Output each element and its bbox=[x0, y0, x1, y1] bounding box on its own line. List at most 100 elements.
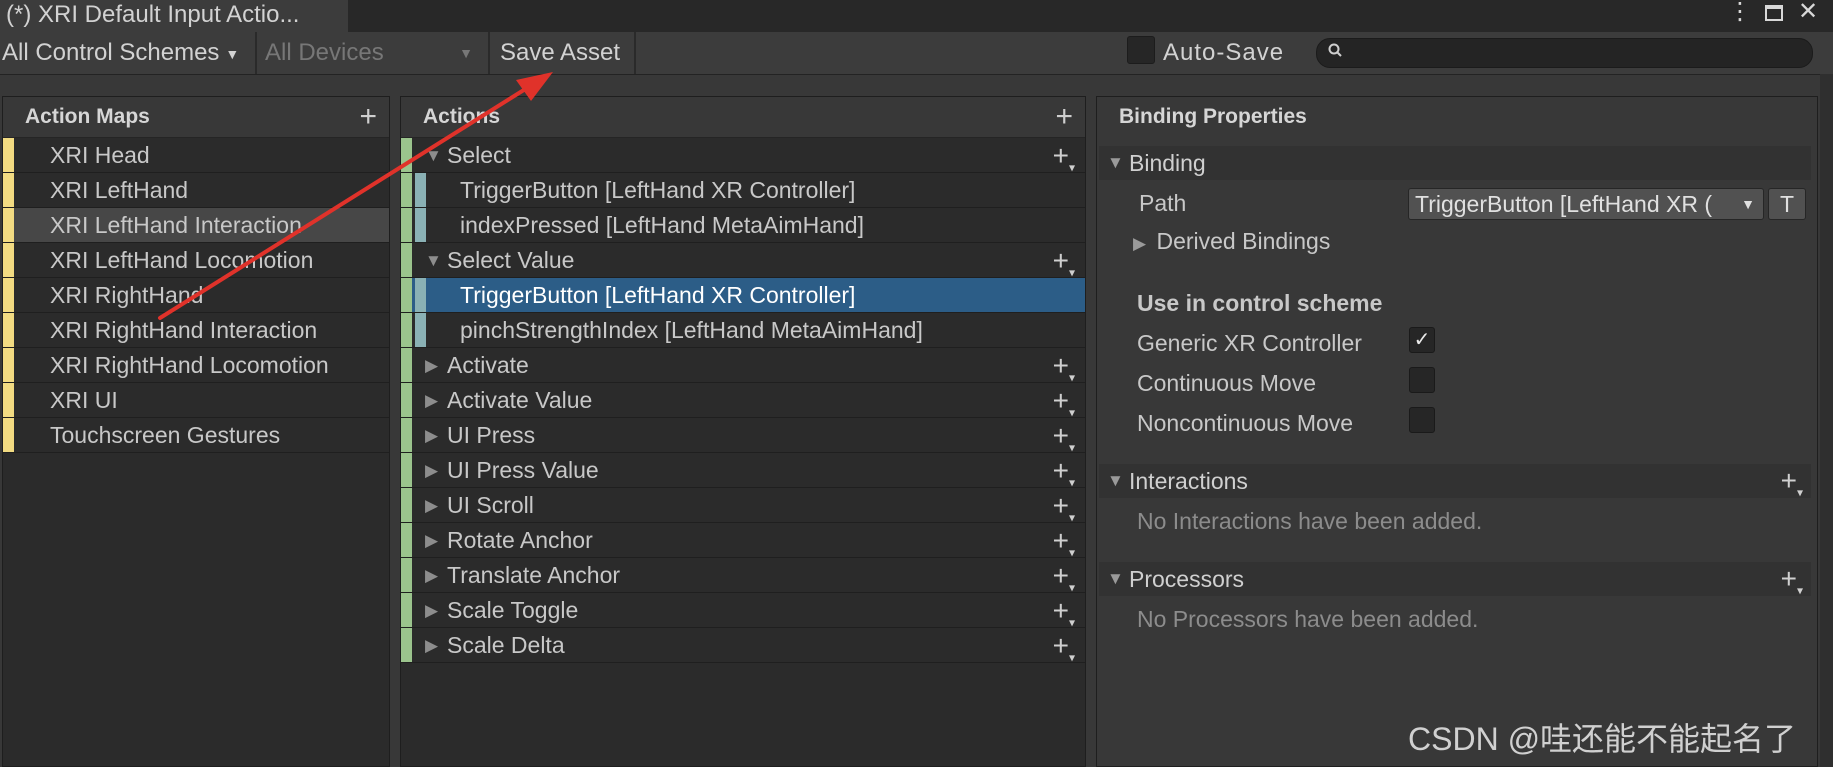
action-row[interactable]: ▶ Scale Toggle +▾ bbox=[401, 593, 1085, 630]
dropdown-arrow-icon: ▼ bbox=[225, 45, 240, 62]
control-scheme-label: Continuous Move bbox=[1137, 370, 1316, 396]
binding-row[interactable]: pinchStrengthIndex [LeftHand MetaAimHand… bbox=[401, 313, 1085, 348]
action-row[interactable]: ▶ Activate Value +▾ bbox=[401, 383, 1085, 420]
action-row[interactable]: ▶ UI Press +▾ bbox=[401, 418, 1085, 455]
action-map-item[interactable]: XRI RightHand bbox=[3, 278, 389, 313]
action-row[interactable]: ▶ UI Press Value +▾ bbox=[401, 453, 1085, 490]
save-asset-button[interactable]: Save Asset bbox=[500, 32, 620, 74]
path-label: Path bbox=[1139, 190, 1187, 216]
action-color-stripe bbox=[401, 488, 412, 522]
action-map-label: XRI RightHand bbox=[50, 282, 204, 308]
action-map-item[interactable]: XRI LeftHand Interaction bbox=[3, 208, 389, 243]
control-scheme-checkbox[interactable] bbox=[1409, 407, 1435, 433]
maximize-icon[interactable] bbox=[1761, 0, 1787, 26]
actions-panel: Actions + ▼ Select +▾ TriggerButton [LeftHa… bbox=[400, 96, 1086, 767]
expanded-triangle-icon: ▼ bbox=[1107, 153, 1124, 172]
auto-save-checkbox[interactable] bbox=[1127, 36, 1155, 64]
action-row[interactable]: ▶ Scale Delta +▾ bbox=[401, 628, 1085, 665]
action-color-stripe bbox=[401, 208, 412, 242]
add-binding-icon[interactable]: +▾ bbox=[1053, 628, 1075, 676]
collapsed-triangle-icon[interactable]: ▶ bbox=[425, 628, 438, 663]
control-schemes-dropdown[interactable]: All Control Schemes ▼ bbox=[2, 32, 239, 74]
action-map-label: Touchscreen Gestures bbox=[50, 422, 281, 448]
binding-label: pinchStrengthIndex [LeftHand MetaAimHand… bbox=[460, 317, 923, 343]
action-color-stripe bbox=[401, 593, 412, 627]
add-action-map-icon[interactable]: + bbox=[359, 97, 377, 137]
action-map-item[interactable]: XRI UI bbox=[3, 383, 389, 418]
action-row[interactable]: ▶ Translate Anchor +▾ bbox=[401, 558, 1085, 595]
path-dropdown[interactable]: TriggerButton [LeftHand XR ( ▼ bbox=[1408, 188, 1764, 220]
collapsed-triangle-icon[interactable]: ▶ bbox=[425, 558, 438, 593]
collapsed-triangle-icon[interactable]: ▶ bbox=[425, 488, 438, 523]
interactions-empty-message: No Interactions have been added. bbox=[1137, 508, 1483, 534]
binding-label: indexPressed [LeftHand MetaAimHand] bbox=[460, 212, 864, 238]
action-map-label: XRI RightHand Interaction bbox=[50, 317, 318, 343]
binding-section-header[interactable]: ▼ Binding bbox=[1099, 146, 1811, 180]
action-map-color-stripe bbox=[3, 278, 14, 312]
action-row[interactable]: ▼ Select +▾ bbox=[401, 138, 1085, 175]
action-color-stripe bbox=[401, 523, 412, 557]
collapsed-triangle-icon[interactable]: ▶ bbox=[425, 593, 438, 628]
action-map-label: XRI LeftHand bbox=[50, 177, 189, 203]
collapsed-triangle-icon[interactable]: ▶ bbox=[425, 418, 438, 453]
action-map-color-stripe bbox=[3, 138, 14, 172]
toolbar-separator bbox=[634, 32, 636, 74]
actions-header: Actions + bbox=[401, 97, 1085, 138]
expanded-triangle-icon: ▼ bbox=[1107, 471, 1124, 490]
derived-bindings-foldout[interactable]: ▶ Derived Bindings bbox=[1133, 226, 1330, 259]
binding-row[interactable]: TriggerButton [LeftHand XR Controller] bbox=[401, 278, 1085, 313]
action-map-color-stripe bbox=[3, 208, 14, 242]
processors-section-header[interactable]: ▼ Processors +▾ bbox=[1099, 562, 1811, 598]
action-map-item[interactable]: Touchscreen Gestures bbox=[3, 418, 389, 453]
window-scrollbar[interactable] bbox=[1820, 74, 1833, 767]
collapsed-triangle-icon[interactable]: ▶ bbox=[425, 348, 438, 383]
dropdown-arrow-icon: ▼ bbox=[459, 45, 473, 61]
add-interaction-icon[interactable]: +▾ bbox=[1781, 464, 1803, 510]
action-maps-header: Action Maps + bbox=[3, 97, 389, 138]
action-label: Scale Toggle bbox=[447, 597, 579, 623]
action-map-item[interactable]: XRI Head bbox=[3, 138, 389, 173]
collapsed-triangle-icon[interactable]: ▶ bbox=[425, 383, 438, 418]
add-processor-icon[interactable]: +▾ bbox=[1781, 562, 1803, 608]
action-map-item[interactable]: XRI LeftHand Locomotion bbox=[3, 243, 389, 278]
action-map-color-stripe bbox=[3, 383, 14, 417]
control-scheme-checkbox[interactable]: ✓ bbox=[1409, 327, 1435, 353]
add-action-icon[interactable]: + bbox=[1055, 97, 1073, 137]
action-color-stripe bbox=[401, 628, 412, 662]
action-row[interactable]: ▶ Rotate Anchor +▾ bbox=[401, 523, 1085, 560]
search-input[interactable] bbox=[1316, 38, 1813, 68]
expanded-triangle-icon: ▼ bbox=[1107, 569, 1124, 588]
action-color-stripe bbox=[401, 348, 412, 382]
control-scheme-checkbox[interactable] bbox=[1409, 367, 1435, 393]
action-map-label: XRI UI bbox=[50, 387, 118, 413]
action-color-stripe bbox=[401, 453, 412, 487]
derived-bindings-label: Derived Bindings bbox=[1156, 228, 1331, 254]
expanded-triangle-icon[interactable]: ▼ bbox=[425, 138, 442, 173]
binding-row[interactable]: indexPressed [LeftHand MetaAimHand] bbox=[401, 208, 1085, 243]
interactions-section-header[interactable]: ▼ Interactions +▾ bbox=[1099, 464, 1811, 500]
action-row[interactable]: ▼ Select Value +▾ bbox=[401, 243, 1085, 280]
action-label: UI Scroll bbox=[447, 492, 534, 518]
action-map-item[interactable]: XRI RightHand Locomotion bbox=[3, 348, 389, 383]
window-tab[interactable]: (*) XRI Default Input Actio... bbox=[0, 0, 348, 32]
action-label: Translate Anchor bbox=[447, 562, 621, 588]
action-maps-title: Action Maps bbox=[25, 105, 150, 128]
t-toggle-button[interactable]: T bbox=[1768, 188, 1806, 220]
action-map-label: XRI RightHand Locomotion bbox=[50, 352, 329, 378]
devices-dropdown[interactable]: All Devices ▼ bbox=[265, 32, 475, 74]
expanded-triangle-icon[interactable]: ▼ bbox=[425, 243, 442, 278]
binding-row[interactable]: TriggerButton [LeftHand XR Controller] bbox=[401, 173, 1085, 208]
collapsed-triangle-icon[interactable]: ▶ bbox=[425, 453, 438, 488]
action-map-item[interactable]: XRI LeftHand bbox=[3, 173, 389, 208]
auto-save-label: Auto-Save bbox=[1163, 39, 1285, 66]
action-row[interactable]: ▶ UI Scroll +▾ bbox=[401, 488, 1085, 525]
action-map-color-stripe bbox=[3, 418, 14, 452]
action-map-item[interactable]: XRI RightHand Interaction bbox=[3, 313, 389, 348]
action-color-stripe bbox=[401, 173, 412, 207]
close-icon[interactable]: ✕ bbox=[1795, 0, 1821, 26]
more-options-icon[interactable]: ⋮ bbox=[1727, 0, 1753, 26]
action-map-label: XRI Head bbox=[50, 142, 150, 168]
dropdown-arrow-icon: ▼ bbox=[1737, 189, 1755, 219]
action-row[interactable]: ▶ Activate +▾ bbox=[401, 348, 1085, 385]
collapsed-triangle-icon[interactable]: ▶ bbox=[425, 523, 438, 558]
